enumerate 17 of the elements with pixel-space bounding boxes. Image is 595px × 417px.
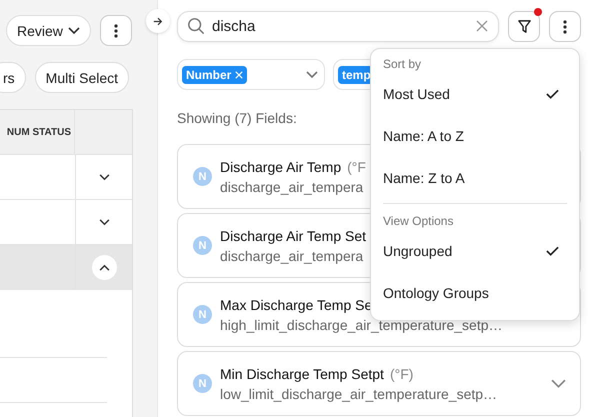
result-count: Showing (7) Fields: (177, 110, 298, 126)
field-key: low_limit_discharge_air_temperature_setp… (220, 386, 498, 402)
number-badge: N (193, 167, 212, 186)
field-key: discharge_air_tempera (220, 248, 364, 264)
menu-section-title: Sort by (383, 57, 422, 73)
number-badge: N (193, 236, 212, 255)
menu-section-title: View Options (383, 214, 454, 230)
column-header: NUM STATUS (0, 110, 75, 154)
number-badge: N (193, 305, 212, 324)
field-key: high_limit_discharge_air_temperature_setp… (220, 316, 502, 332)
field-name: Min Discharge Temp Setpt (220, 366, 384, 382)
field-unit: (°F (347, 158, 366, 174)
field-name: Discharge Air Temp (220, 158, 342, 174)
number-badge: N (193, 374, 212, 393)
field-unit: (°F) (390, 366, 414, 382)
field-key: discharge_air_tempera (220, 178, 364, 194)
field-name: Discharge Air Temp Set (220, 228, 366, 244)
